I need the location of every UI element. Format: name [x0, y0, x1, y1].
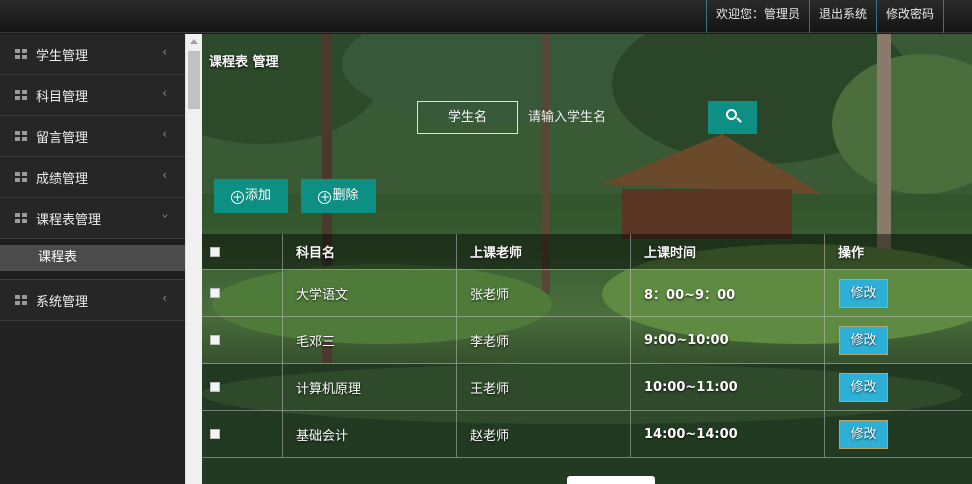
- grid-icon: [15, 49, 27, 59]
- sidebar-item-label: 系统管理: [36, 295, 89, 310]
- subject-cell: 大学语文: [283, 270, 457, 316]
- sidebar-item-label: 成绩管理: [36, 172, 89, 187]
- time-cell: 14:00~14:00: [631, 411, 825, 457]
- teacher-cell: 张老师: [457, 270, 631, 316]
- plus-circle-icon: +: [318, 190, 332, 204]
- row-select-cell: [202, 364, 283, 410]
- time-cell: 9:00~10:00: [631, 317, 825, 363]
- sidebar-item-label: 留言管理: [36, 131, 89, 146]
- sidebar-item-system[interactable]: 系统管理 ‹: [0, 280, 185, 321]
- column-header: 上课时间: [631, 234, 825, 269]
- row-checkbox[interactable]: [210, 335, 220, 345]
- delete-button[interactable]: + 删除: [301, 179, 376, 213]
- table-row: 基础会计 赵老师 14:00~14:00 修改: [202, 411, 972, 458]
- plus-circle-icon: +: [230, 190, 244, 204]
- page-title: 课程表 管理: [209, 55, 279, 70]
- teacher-cell: 赵老师: [457, 411, 631, 457]
- grid-icon: [15, 213, 27, 223]
- timetable-submenu: 课程表: [0, 239, 185, 280]
- action-cell: 修改: [825, 411, 972, 457]
- chevron-left-icon: ‹: [162, 168, 167, 182]
- top-links: 欢迎您：管理员 退出系统 修改密码: [705, 0, 944, 33]
- add-button-label: 添加: [244, 188, 271, 203]
- edit-button[interactable]: 修改: [839, 278, 888, 308]
- sidebar-item-messages[interactable]: 留言管理 ‹: [0, 116, 185, 157]
- grid-icon: [15, 131, 27, 141]
- scroll-up-arrow-icon[interactable]: [190, 39, 198, 44]
- subject-cell: 毛邓三: [283, 317, 457, 363]
- chevron-down-icon: ‹: [157, 213, 172, 219]
- row-select-cell: [202, 270, 283, 316]
- row-checkbox[interactable]: [210, 429, 220, 439]
- time-cell: 8：00~9：00: [631, 270, 825, 316]
- sidebar-item-label: 学生管理: [36, 49, 89, 64]
- grid-icon: [15, 172, 27, 182]
- delete-button-label: 删除: [332, 188, 359, 203]
- column-header: 操作: [838, 246, 865, 261]
- top-bar: 欢迎您：管理员 退出系统 修改密码: [0, 0, 972, 33]
- sidebar-item-timetable[interactable]: 课程表管理 ‹: [0, 198, 185, 239]
- sidebar-item-subjects[interactable]: 科目管理 ‹: [0, 75, 185, 116]
- edit-button[interactable]: 修改: [839, 419, 888, 449]
- action-cell: 修改: [825, 270, 972, 316]
- subject-cell: 基础会计: [283, 411, 457, 457]
- logout-link[interactable]: 退出系统: [808, 0, 876, 33]
- search-field-label: 学生名: [417, 101, 518, 134]
- subject-cell: 计算机原理: [283, 364, 457, 410]
- timetable-table: 科目名 上课老师 上课时间 操作 大学语文 张老师 8：00~9：00 修改 毛…: [202, 234, 972, 458]
- edit-button[interactable]: 修改: [839, 372, 888, 402]
- sidebar-item-label: 科目管理: [36, 90, 89, 105]
- teacher-cell: 王老师: [457, 364, 631, 410]
- table-row: 大学语文 张老师 8：00~9：00 修改: [202, 270, 972, 317]
- search-input[interactable]: [520, 101, 688, 134]
- action-cell: 修改: [825, 364, 972, 410]
- time-cell: 10:00~11:00: [631, 364, 825, 410]
- chevron-left-icon: ‹: [162, 127, 167, 141]
- chevron-left-icon: ‹: [162, 45, 167, 59]
- sidebar-item-label: 课程表管理: [36, 213, 102, 228]
- scroll-thumb[interactable]: [188, 51, 200, 109]
- row-select-cell: [202, 317, 283, 363]
- main-content: 课程表 管理 学生名 +添加 +删除 科目名 上课老师 上课时间 操作 大学语文…: [202, 34, 972, 484]
- welcome-text: 欢迎您：管理员: [705, 0, 809, 33]
- sidebar: 学生管理 ‹ 科目管理 ‹ 留言管理 ‹ 成绩管理 ‹ 课程表管理 ‹ 课程表 …: [0, 34, 185, 484]
- table-row: 毛邓三 李老师 9:00~10:00 修改: [202, 317, 972, 364]
- row-checkbox[interactable]: [210, 382, 220, 392]
- select-all-checkbox[interactable]: [210, 246, 220, 257]
- sidebar-scrollbar[interactable]: [185, 34, 202, 484]
- chevron-left-icon: ‹: [162, 86, 167, 100]
- action-cell: 修改: [825, 317, 972, 363]
- row-checkbox[interactable]: [210, 288, 220, 298]
- grid-icon: [15, 90, 27, 100]
- sidebar-item-students[interactable]: 学生管理 ‹: [0, 34, 185, 75]
- table-header-row: 科目名 上课老师 上课时间 操作: [202, 234, 972, 270]
- column-header: 上课老师: [457, 234, 631, 269]
- column-header: 科目名: [283, 234, 457, 269]
- add-button[interactable]: + 添加: [214, 179, 288, 213]
- grid-icon: [15, 295, 27, 305]
- chevron-left-icon: ‹: [162, 291, 167, 305]
- edit-button[interactable]: 修改: [839, 325, 888, 355]
- row-select-cell: [202, 411, 283, 457]
- sidebar-subitem-timetable[interactable]: 课程表: [0, 245, 185, 271]
- teacher-cell: 李老师: [457, 317, 631, 363]
- select-all-cell: [202, 234, 283, 269]
- pagination-bar[interactable]: [567, 476, 655, 484]
- table-row: 计算机原理 王老师 10:00~11:00 修改: [202, 364, 972, 411]
- change-password-link[interactable]: 修改密码: [875, 0, 944, 33]
- sidebar-item-grades[interactable]: 成绩管理 ‹: [0, 157, 185, 198]
- search-button[interactable]: [708, 101, 757, 134]
